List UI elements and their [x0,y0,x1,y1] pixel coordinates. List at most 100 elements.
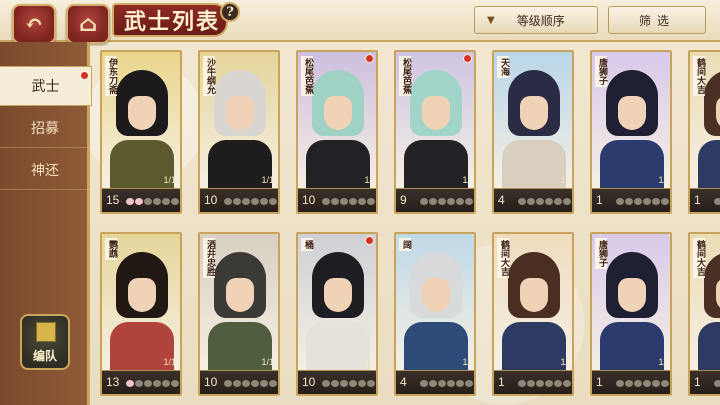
petal-icon [233,198,241,205]
petal-icon [349,198,357,205]
character-portrait [396,234,474,374]
samurai-grid: 伊东刀斋 15 1/1 沙牛纲允 10 1/1 松尾芭蕉 10 1/松尾芭蕉 9 1/天海 4 1/唐狮… [96,46,720,405]
level-value: 1 [694,193,701,207]
filter-button[interactable]: 筛选 [608,6,706,34]
portrait-clothing [698,322,720,374]
samurai-card[interactable]: 桶 10 1/ [296,232,378,396]
notification-dot [80,71,89,80]
sort-order-button[interactable]: ▼ 等级顺序 [474,6,598,34]
petal-icon [242,198,250,205]
character-name: 天海 [497,56,509,78]
portrait-face [618,96,646,130]
petal-icon [233,380,241,387]
samurai-card[interactable]: 沙牛纲允 10 1/1 [198,50,280,214]
petal-icon [527,380,535,387]
petal-rating [518,380,571,387]
samurai-card[interactable]: 天海 4 1/ [492,50,574,214]
petal-icon [135,198,143,205]
sidebar-item-samurai[interactable]: 武士 [0,66,92,106]
petal-icon [269,198,277,205]
character-name: 阔 [399,238,411,251]
level-value: 1 [498,375,505,389]
portrait-clothing [404,140,468,192]
character-name: 鹤间大吉 [693,56,705,96]
petal-icon [625,198,633,205]
back-button[interactable]: ↶ [12,4,56,44]
samurai-card[interactable]: 伊东刀斋 15 1/1 [100,50,182,214]
petal-icon [340,198,348,205]
petal-icon [456,198,464,205]
sidebar-item-label: 神还 [31,162,59,179]
level-value: 10 [302,375,316,389]
notification-dot [365,54,374,63]
petal-icon [447,380,455,387]
level-value: 1 [596,193,603,207]
count-value: 1/1 [261,357,274,367]
sidebar-item-recruit[interactable]: 招募 [0,108,90,148]
character-name: 鹦鹉 [105,238,117,260]
portrait-clothing [306,140,370,192]
count-value: 1/1 [261,175,274,185]
card-info-bar: 10 1/1 [200,175,278,212]
level-value: 1 [694,375,701,389]
back-arrow-icon: ↶ [24,11,44,37]
portrait-clothing [698,140,720,192]
petal-icon [616,380,624,387]
petal-icon [171,198,179,205]
samurai-card[interactable]: 松尾芭蕉 10 1/ [296,50,378,214]
samurai-card[interactable]: 松尾芭蕉 9 1/ [394,50,476,214]
portrait-face [520,278,548,312]
samurai-card[interactable]: 唐狮子 1 1/ [590,232,672,396]
samurai-card[interactable]: 酒井忠胜 10 1/1 [198,232,280,396]
character-name: 唐狮子 [595,56,607,87]
count-value: 1/ [560,175,568,185]
petal-icon [536,198,544,205]
petal-icon [224,198,232,205]
petal-icon [518,380,526,387]
petal-icon [634,198,642,205]
card-info-bar: 15 1/1 [102,175,180,212]
petal-icon [242,380,250,387]
portrait-face [520,96,548,130]
petal-rating [126,380,179,387]
portrait-face [422,278,450,312]
petal-icon [527,198,535,205]
samurai-card[interactable]: 唐狮子 1 1/ [590,50,672,214]
petal-icon [518,198,526,205]
petal-icon [153,380,161,387]
petal-rating [616,380,669,387]
portrait-clothing [600,322,664,374]
level-value: 10 [204,375,218,389]
petal-icon [331,198,339,205]
samurai-card[interactable]: 阔 4 1/ [394,232,476,396]
petal-icon [545,198,553,205]
home-button[interactable]: ⌂ [66,4,110,44]
character-name: 伊东刀斋 [105,56,117,96]
help-button[interactable]: ? [220,2,240,22]
count-value: 1/ [364,175,372,185]
formation-button[interactable]: 编队 [20,314,70,370]
petal-icon [171,380,179,387]
petal-icon [135,380,143,387]
samurai-card[interactable]: 鹦鹉 13 1/1 [100,232,182,396]
petal-rating [322,198,375,205]
sidebar: 武士 招募 神还 编队 [0,42,92,405]
petal-rating [322,380,375,387]
petal-rating [420,198,473,205]
petal-icon [224,380,232,387]
portrait-clothing [404,322,468,374]
sidebar-item-label: 招募 [31,120,59,137]
petal-icon [554,198,562,205]
petal-icon [652,198,660,205]
petal-rating [126,198,179,205]
triangle-down-icon: ▼ [487,14,495,26]
samurai-card[interactable]: 鹤间大吉 1 1/ [492,232,574,396]
samurai-card[interactable]: 鹤间大吉 1 [688,50,720,214]
petal-icon [162,198,170,205]
petal-icon [429,380,437,387]
petal-icon [643,198,651,205]
character-name: 鹤间大吉 [693,238,705,278]
samurai-card[interactable]: 鹤间大吉 1 [688,232,720,396]
card-info-bar: 4 1/ [396,357,474,394]
sidebar-item-return[interactable]: 神还 [0,150,90,190]
